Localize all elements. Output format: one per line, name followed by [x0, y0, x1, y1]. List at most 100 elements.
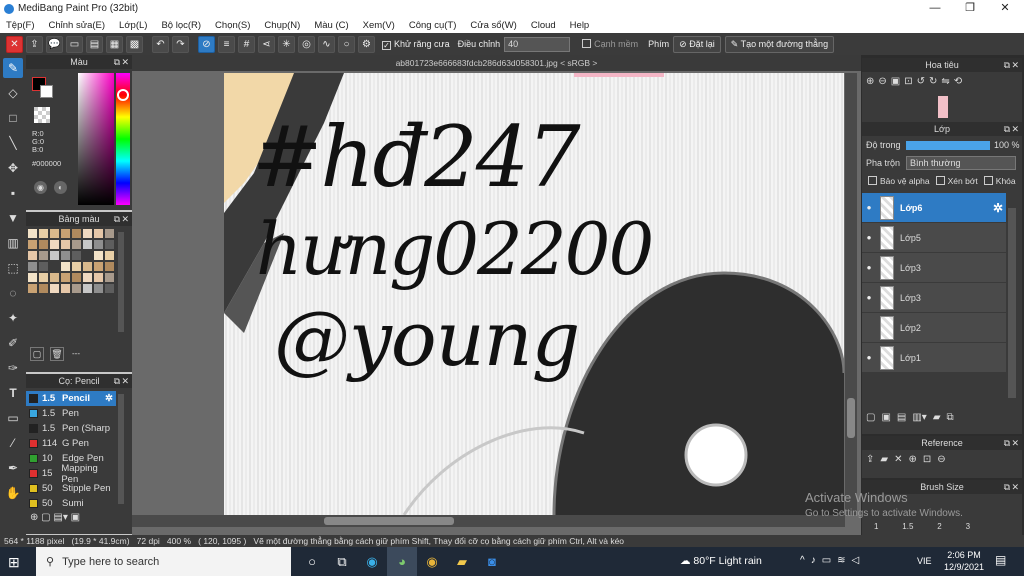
add-color-icon[interactable]: ▢: [30, 347, 44, 361]
menu-cloud[interactable]: Cloud: [531, 20, 556, 31]
palette-swatch[interactable]: [83, 273, 92, 282]
palette-scrollbar[interactable]: [118, 232, 124, 332]
palette-swatch[interactable]: [61, 240, 70, 249]
hand-tool-icon[interactable]: ✋: [3, 483, 23, 503]
menu-snap[interactable]: Chụp(N): [264, 20, 300, 31]
gear-icon[interactable]: ✲: [105, 393, 113, 404]
palette-swatch[interactable]: [105, 240, 114, 249]
bucket-tool-icon[interactable]: ▼: [3, 208, 23, 228]
lock-checkbox[interactable]: Khóa: [983, 176, 1016, 186]
trash-icon[interactable]: 🗑: [50, 347, 64, 361]
popout-icon[interactable]: ⧉: [1004, 480, 1010, 494]
palette-swatch-grid[interactable]: [28, 229, 116, 309]
antialias-checkbox[interactable]: ✓ Khử răng cưa: [382, 39, 450, 50]
palette-icon[interactable]: ◉: [34, 181, 47, 194]
notification-icon[interactable]: ▤: [995, 553, 1006, 567]
layer-row[interactable]: Lớp2: [862, 313, 1006, 342]
redo-icon[interactable]: ↷: [172, 35, 189, 53]
close-window-button[interactable]: ✕: [988, 0, 1022, 17]
palette-swatch[interactable]: [94, 229, 103, 238]
flip-icon[interactable]: ⇋: [941, 76, 949, 87]
rotate-right-icon[interactable]: ↻: [929, 76, 937, 87]
battery-icon[interactable]: ▭: [822, 555, 837, 566]
transparent-swatch[interactable]: [34, 107, 50, 123]
fit-icon[interactable]: ⊡: [923, 454, 931, 465]
palette-swatch[interactable]: [94, 273, 103, 282]
menu-layer[interactable]: Lớp(L): [119, 20, 147, 31]
grid-icon[interactable]: ▩: [126, 35, 143, 53]
palette-swatch[interactable]: [50, 273, 59, 282]
opacity-slider[interactable]: [906, 140, 990, 150]
cortana-icon[interactable]: ○: [297, 547, 327, 576]
text-tool-icon[interactable]: T: [3, 383, 23, 403]
brush-size-option[interactable]: 3: [966, 522, 970, 531]
tray-icons[interactable]: ^♪▭≋◁: [800, 555, 865, 566]
curve-snap-icon[interactable]: ∿: [318, 35, 335, 53]
chrome-icon[interactable]: ◉: [417, 547, 447, 576]
palette-swatch[interactable]: [105, 284, 114, 293]
eye-icon[interactable]: ●: [862, 293, 876, 302]
open-folder-icon[interactable]: ▰: [880, 454, 888, 465]
rotate-left-icon[interactable]: ↺: [917, 76, 925, 87]
hue-handle[interactable]: [117, 89, 129, 101]
palette-swatch[interactable]: [28, 240, 37, 249]
task-view-icon[interactable]: ⧉: [327, 547, 357, 576]
vanishing-snap-icon[interactable]: ⋖: [258, 35, 275, 53]
popout-icon[interactable]: ⧉: [1004, 436, 1010, 450]
menu-color[interactable]: Màu (C): [314, 20, 348, 31]
horizontal-scrollbar[interactable]: [132, 515, 845, 527]
layer-scrollbar[interactable]: [1008, 208, 1016, 398]
brush-item[interactable]: 1.5 Pen: [26, 406, 116, 421]
brush-tool-icon[interactable]: ✎: [3, 58, 23, 78]
dot-tool-icon[interactable]: ╲: [3, 133, 23, 153]
palette-swatch[interactable]: [61, 251, 70, 260]
blend-select[interactable]: Bình thường: [906, 156, 1016, 170]
palette-swatch[interactable]: [50, 284, 59, 293]
close-icon[interactable]: ✕: [1011, 122, 1019, 136]
brush-item[interactable]: 114 G Pen: [26, 436, 116, 451]
share-icon[interactable]: ⇪: [26, 35, 43, 53]
crisscross-snap-icon[interactable]: #: [238, 35, 255, 53]
close-icon[interactable]: ✕: [121, 212, 129, 226]
brush-scrollbar[interactable]: [118, 394, 124, 504]
layer-row[interactable]: ● Lớp3: [862, 283, 1006, 312]
pen-tool-icon[interactable]: ✒: [3, 458, 23, 478]
drawing-canvas[interactable]: #hđ247 hưng02200 @young: [224, 73, 844, 515]
rectangle-tool-icon[interactable]: □: [3, 108, 23, 128]
clip-checkbox[interactable]: Xén bớt: [935, 176, 978, 186]
palette-swatch[interactable]: [39, 273, 48, 282]
palette-swatch[interactable]: [72, 262, 81, 271]
close-reference-icon[interactable]: ✕: [894, 454, 902, 465]
select-tool-icon[interactable]: ⬚: [3, 258, 23, 278]
menu-edit[interactable]: Chỉnh sửa(E): [49, 20, 106, 31]
zalo-icon[interactable]: ◙: [477, 547, 507, 576]
popout-icon[interactable]: ⧉: [1004, 122, 1010, 136]
brush-size-option[interactable]: 1.5: [902, 522, 913, 531]
brush-size-option[interactable]: 2: [937, 522, 941, 531]
microphone-icon[interactable]: ♪: [811, 555, 822, 566]
layer-row[interactable]: ● Lớp1: [862, 343, 1006, 372]
background-color-swatch[interactable]: [40, 85, 53, 98]
snap-settings-icon[interactable]: ⚙: [358, 35, 375, 53]
horizontal-scroll-thumb[interactable]: [324, 517, 454, 525]
menu-filter[interactable]: Bộ lọc(R): [161, 20, 201, 31]
chevron-up-icon[interactable]: ^: [800, 555, 811, 566]
palette-swatch[interactable]: [105, 273, 114, 282]
brush-item[interactable]: 1.5 Pencil ✲: [26, 391, 116, 406]
document-tab[interactable]: ab801723e666683fdcb286d63d058301.jpg < s…: [132, 55, 861, 71]
upload-icon[interactable]: ⇪: [866, 454, 874, 465]
zoom-out-icon[interactable]: ⊖: [937, 454, 945, 465]
navigator-thumbnail[interactable]: [938, 96, 948, 118]
file-explorer-icon[interactable]: ▰: [447, 547, 477, 576]
palette-swatch[interactable]: [61, 284, 70, 293]
gradient-tool-icon[interactable]: ▥: [3, 233, 23, 253]
comment-icon[interactable]: ▭: [66, 35, 83, 53]
add-brush-icon[interactable]: ⊕: [30, 512, 41, 523]
weather-widget[interactable]: ☁ 80°F Light rain: [680, 555, 762, 567]
mix-color-icon[interactable]: ◐: [54, 181, 67, 194]
popout-icon[interactable]: ⧉: [114, 374, 120, 388]
palette-swatch[interactable]: [28, 251, 37, 260]
palette-swatch[interactable]: [105, 229, 114, 238]
adjust-select[interactable]: 40: [504, 36, 571, 52]
palette-swatch[interactable]: [39, 229, 48, 238]
